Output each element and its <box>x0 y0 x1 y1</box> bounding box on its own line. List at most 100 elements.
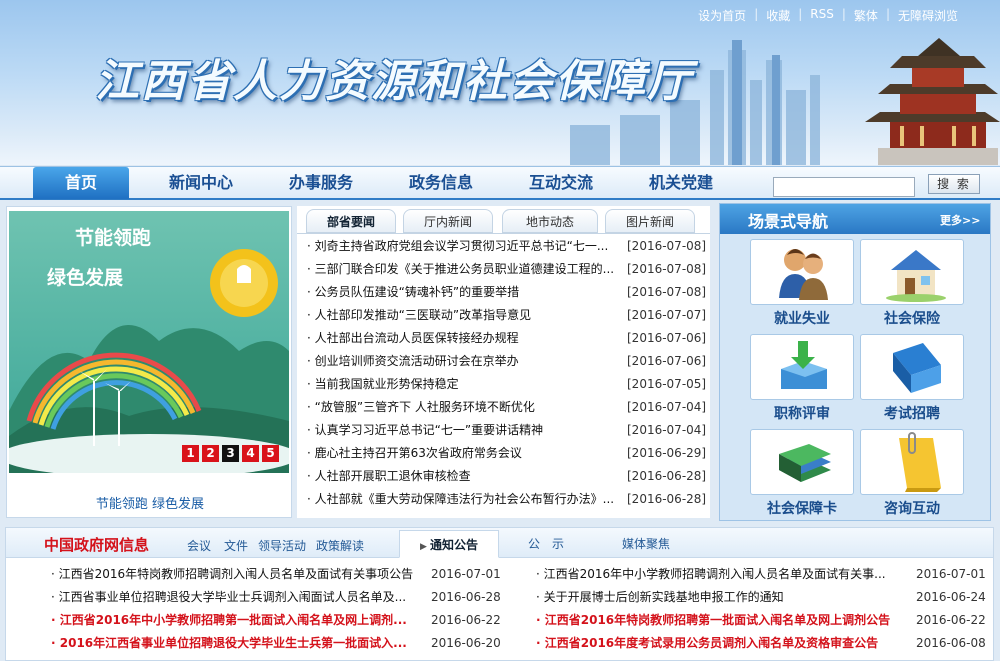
books-icon <box>779 444 831 482</box>
news-item-date: [2016-07-06] <box>627 331 707 345</box>
news-item[interactable]: · 人社部出台流动人员医保转接经办规程 [2016-07-06] <box>307 327 707 350</box>
scene-social-security-card-button[interactable] <box>750 429 854 495</box>
tab-local-news[interactable]: 地市动态 <box>502 209 598 233</box>
notice-item-title[interactable]: · 江西省2016年特岗教师招聘第一批面试入闱名单及网上调剂公告 <box>536 609 906 631</box>
news-item-title[interactable]: · 认真学习习近平总书记“七一”重要讲话精神 <box>307 419 619 442</box>
gov-link-policy-interpretation[interactable]: 政策解读 <box>316 537 364 554</box>
banner-panel: 节能领跑 绿色发展 1 2 3 4 5 节能领跑 绿色发展 <box>6 206 292 518</box>
house-icon <box>886 250 946 302</box>
scene-employment-label[interactable]: 就业失业 <box>750 308 854 328</box>
banner-page-2[interactable]: 2 <box>202 445 219 462</box>
news-item-date: [2016-07-08] <box>627 239 707 253</box>
news-item-title[interactable]: · “放管服”三管齐下 人社服务环境不断优化 <box>307 396 619 419</box>
scene-exam-recruitment-button[interactable] <box>860 334 964 400</box>
scene-employment-button[interactable] <box>750 239 854 305</box>
scene-social-security-card-label[interactable]: 社会保障卡 <box>750 498 854 518</box>
news-item[interactable]: · 人社部印发推动“三医联动”改革指导意见 [2016-07-07] <box>307 304 707 327</box>
nav-party-building[interactable]: 机关党建 <box>633 167 729 199</box>
nav-government-info[interactable]: 政务信息 <box>393 167 489 199</box>
news-item-title[interactable]: · 鹿心社主持召开第63次省政府常务会议 <box>307 442 619 465</box>
scene-exam-recruitment-label[interactable]: 考试招聘 <box>860 403 964 423</box>
news-item-title[interactable]: · 人社部开展职工退休审核检查 <box>307 465 619 488</box>
notice-item-date: 2016-06-22 <box>916 613 986 627</box>
news-item-title[interactable]: · 人社部就《重大劳动保障违法行为社会公布暂行办法》... <box>307 488 619 511</box>
news-item-title[interactable]: · 人社部印发推动“三医联动”改革指导意见 <box>307 304 619 327</box>
news-item[interactable]: · “放管服”三管齐下 人社服务环境不断优化 [2016-07-04] <box>307 396 707 419</box>
notice-item-title[interactable]: · 江西省2016年中小学教师招聘第一批面试入闱名单及网上调剂... <box>51 609 421 631</box>
people-icon <box>779 249 828 300</box>
tab-department-news[interactable]: 厅内新闻 <box>403 209 493 233</box>
set-homepage-link[interactable]: 设为首页 <box>696 7 748 24</box>
news-item-title[interactable]: · 人社部出台流动人员医保转接经办规程 <box>307 327 619 350</box>
search-input[interactable] <box>773 177 915 197</box>
tab-ministry-news[interactable]: 部省要闻 <box>306 209 396 233</box>
banner-page-4[interactable]: 4 <box>242 445 259 462</box>
notice-item-title[interactable]: · 关于开展博士后创新实践基地申报工作的通知 <box>536 586 906 608</box>
note-clip-icon <box>899 432 941 492</box>
news-item-date: [2016-07-04] <box>627 423 707 437</box>
news-item[interactable]: · 鹿心社主持召开第63次省政府常务会议 [2016-06-29] <box>307 442 707 465</box>
scene-title-evaluation-label[interactable]: 职称评审 <box>750 403 854 423</box>
traditional-chinese-link[interactable]: 繁体 <box>852 7 880 24</box>
scene-more-link[interactable]: 更多>> <box>940 212 980 228</box>
gov-link-documents[interactable]: 文件 <box>224 537 248 554</box>
tab-media-focus[interactable]: 媒体聚焦 <box>611 530 681 558</box>
news-item-date: [2016-07-07] <box>627 308 707 322</box>
news-item-title[interactable]: · 创业培训师资交流活动研讨会在京举办 <box>307 350 619 373</box>
notice-item-title[interactable]: · 江西省2016年度考试录用公务员调剂入闱名单及资格审查公告 <box>536 632 906 654</box>
notice-item-title[interactable]: · 江西省事业单位招聘退役大学毕业士兵调剂入闱面试人员名单及... <box>51 586 421 608</box>
news-item-title[interactable]: · 当前我国就业形势保持稳定 <box>307 373 619 396</box>
nav-services[interactable]: 办事服务 <box>273 167 369 199</box>
tab-public-announcements[interactable]: 公 示 <box>516 530 576 558</box>
site-header: 设为首页 | 收藏 | RSS | 繁体 | 无障碍浏览 江西省人力资源和社会保障厅 <box>0 0 1000 165</box>
banner-page-3[interactable]: 3 <box>222 445 239 462</box>
news-item[interactable]: · 人社部就《重大劳动保障违法行为社会公布暂行办法》... [2016-06-28… <box>307 488 707 511</box>
news-item-title[interactable]: · 刘奇主持省政府党组会议学习贯彻习近平总书记“七一... <box>307 235 619 258</box>
news-item[interactable]: · 三部门联合印发《关于推进公务员职业道德建设工程的... [2016-07-08… <box>307 258 707 281</box>
banner-pager: 1 2 3 4 5 <box>182 445 279 462</box>
banner-page-5[interactable]: 5 <box>262 445 279 462</box>
download-box-icon <box>781 341 827 389</box>
notice-item-title[interactable]: · 江西省2016年中小学教师招聘调剂入闱人员名单及面试有关事... <box>536 563 906 585</box>
banner-image[interactable]: 节能领跑 绿色发展 <box>9 211 289 473</box>
tab-photo-news[interactable]: 图片新闻 <box>605 209 695 233</box>
scene-title-evaluation-button[interactable] <box>750 334 854 400</box>
news-item[interactable]: · 认真学习习近平总书记“七一”重要讲话精神 [2016-07-04] <box>307 419 707 442</box>
notice-item-title[interactable]: · 2016年江西省事业单位招聘退役大学毕业生士兵第一批面试入... <box>51 632 421 654</box>
scene-social-insurance-button[interactable] <box>860 239 964 305</box>
news-item-date: [2016-07-05] <box>627 377 707 391</box>
banner-caption[interactable]: 节能领跑 绿色发展 <box>7 493 293 512</box>
site-title: 江西省人力资源和社会保障厅 <box>95 56 693 107</box>
news-item[interactable]: · 当前我国就业形势保持稳定 [2016-07-05] <box>307 373 707 396</box>
accessibility-link[interactable]: 无障碍浏览 <box>896 7 960 24</box>
news-item-date: [2016-07-08] <box>627 262 707 276</box>
banner-headline-2: 绿色发展 <box>47 267 124 289</box>
news-item[interactable]: · 创业培训师资交流活动研讨会在京举办 [2016-07-06] <box>307 350 707 373</box>
tab-notices-label: 通知公告 <box>430 538 479 552</box>
gov-info-title[interactable]: 中国政府网信息 <box>44 534 149 555</box>
rss-link[interactable]: RSS <box>808 7 836 24</box>
notice-item-date: 2016-06-20 <box>431 636 501 650</box>
search-button[interactable]: 搜 索 <box>928 174 980 194</box>
scene-nav-panel: 场景式导航 更多>> 就业失业 社会保险 职称评审 考试招聘 社会保障卡 咨询互… <box>719 203 991 521</box>
banner-illustration <box>9 249 289 473</box>
news-item[interactable]: · 刘奇主持省政府党组会议学习贯彻习近平总书记“七一... [2016-07-08… <box>307 235 707 258</box>
banner-headline-1: 节能领跑 <box>75 227 152 249</box>
news-item-title[interactable]: · 三部门联合印发《关于推进公务员职业道德建设工程的... <box>307 258 619 281</box>
scene-consultation-button[interactable] <box>860 429 964 495</box>
nav-home[interactable]: 首页 <box>33 167 129 199</box>
scene-consultation-label[interactable]: 咨询互动 <box>860 498 964 518</box>
gov-link-leader-activities[interactable]: 领导活动 <box>258 537 306 554</box>
nav-interaction[interactable]: 互动交流 <box>513 167 609 199</box>
notice-item-date: 2016-06-08 <box>916 636 986 650</box>
news-item[interactable]: · 公务员队伍建设“铸魂补钙”的重要举措 [2016-07-08] <box>307 281 707 304</box>
gov-link-meetings[interactable]: 会议 <box>187 537 211 554</box>
news-item-title[interactable]: · 公务员队伍建设“铸魂补钙”的重要举措 <box>307 281 619 304</box>
banner-page-1[interactable]: 1 <box>182 445 199 462</box>
news-item[interactable]: · 人社部开展职工退休审核检查 [2016-06-28] <box>307 465 707 488</box>
tab-notices[interactable]: ▶ 通知公告 <box>399 530 499 558</box>
nav-news-center[interactable]: 新闻中心 <box>153 167 249 199</box>
bookmark-link[interactable]: 收藏 <box>764 7 792 24</box>
scene-social-insurance-label[interactable]: 社会保险 <box>860 308 964 328</box>
notice-item-title[interactable]: · 江西省2016年特岗教师招聘调剂入闱人员名单及面试有关事项公告 <box>51 563 421 585</box>
